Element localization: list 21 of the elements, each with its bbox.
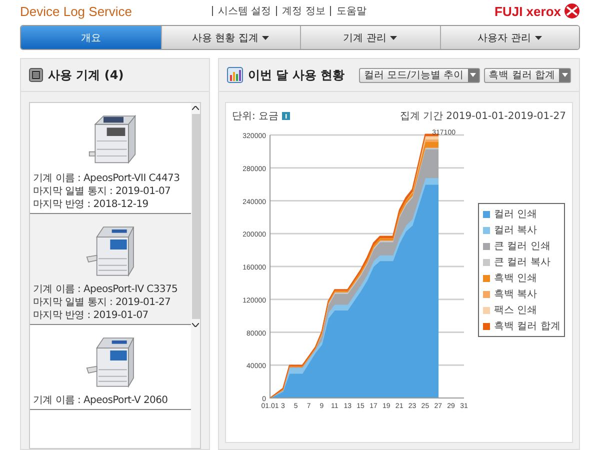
panel-title: 사용 기계 (4) (48, 66, 124, 84)
machine-info-text: 기계 이름 : ApeosPort-V 2060 (33, 394, 169, 407)
machine-info-text: 마지막 반영 : 2019-01-07 (33, 309, 150, 322)
service-logo: Device Log Service (20, 4, 132, 18)
legend-label: 흑백 컬러 합계 (494, 320, 560, 333)
machine-info-text: 기계 이름 : ApeosPort-VII C4473 (33, 172, 181, 185)
legend-label: 흑백 복사 (494, 288, 538, 301)
machine-info-text: 마지막 일별 통지 : 2019-01-07 (33, 185, 172, 198)
machine-info-text: 마지막 일별 통지 : 2019-01-27 (33, 296, 172, 309)
legend-label: 팩스 인쇄 (494, 304, 538, 317)
machine-info-text: 마지막 반영 : 2018-12-19 (33, 198, 150, 211)
unit-label: 단위: 요금 (232, 110, 279, 123)
legend-label: 흑백 인쇄 (494, 272, 538, 285)
legend-label: 컬러 인쇄 (494, 208, 538, 221)
panel-title: 이번 달 사용 현황 (248, 66, 345, 84)
period-label: 집계 기간 2019-01-01-2019-01-27 (400, 110, 566, 123)
legend-label: 컬러 복사 (494, 224, 538, 237)
brand-logo-text: FUJI xerox (494, 4, 561, 18)
machine-info-text: 기계 이름 : ApeosPort-IV C3375 (33, 283, 179, 296)
legend-label: 큰 컬러 인쇄 (494, 240, 550, 253)
legend-label: 큰 컬러 복사 (494, 256, 550, 269)
